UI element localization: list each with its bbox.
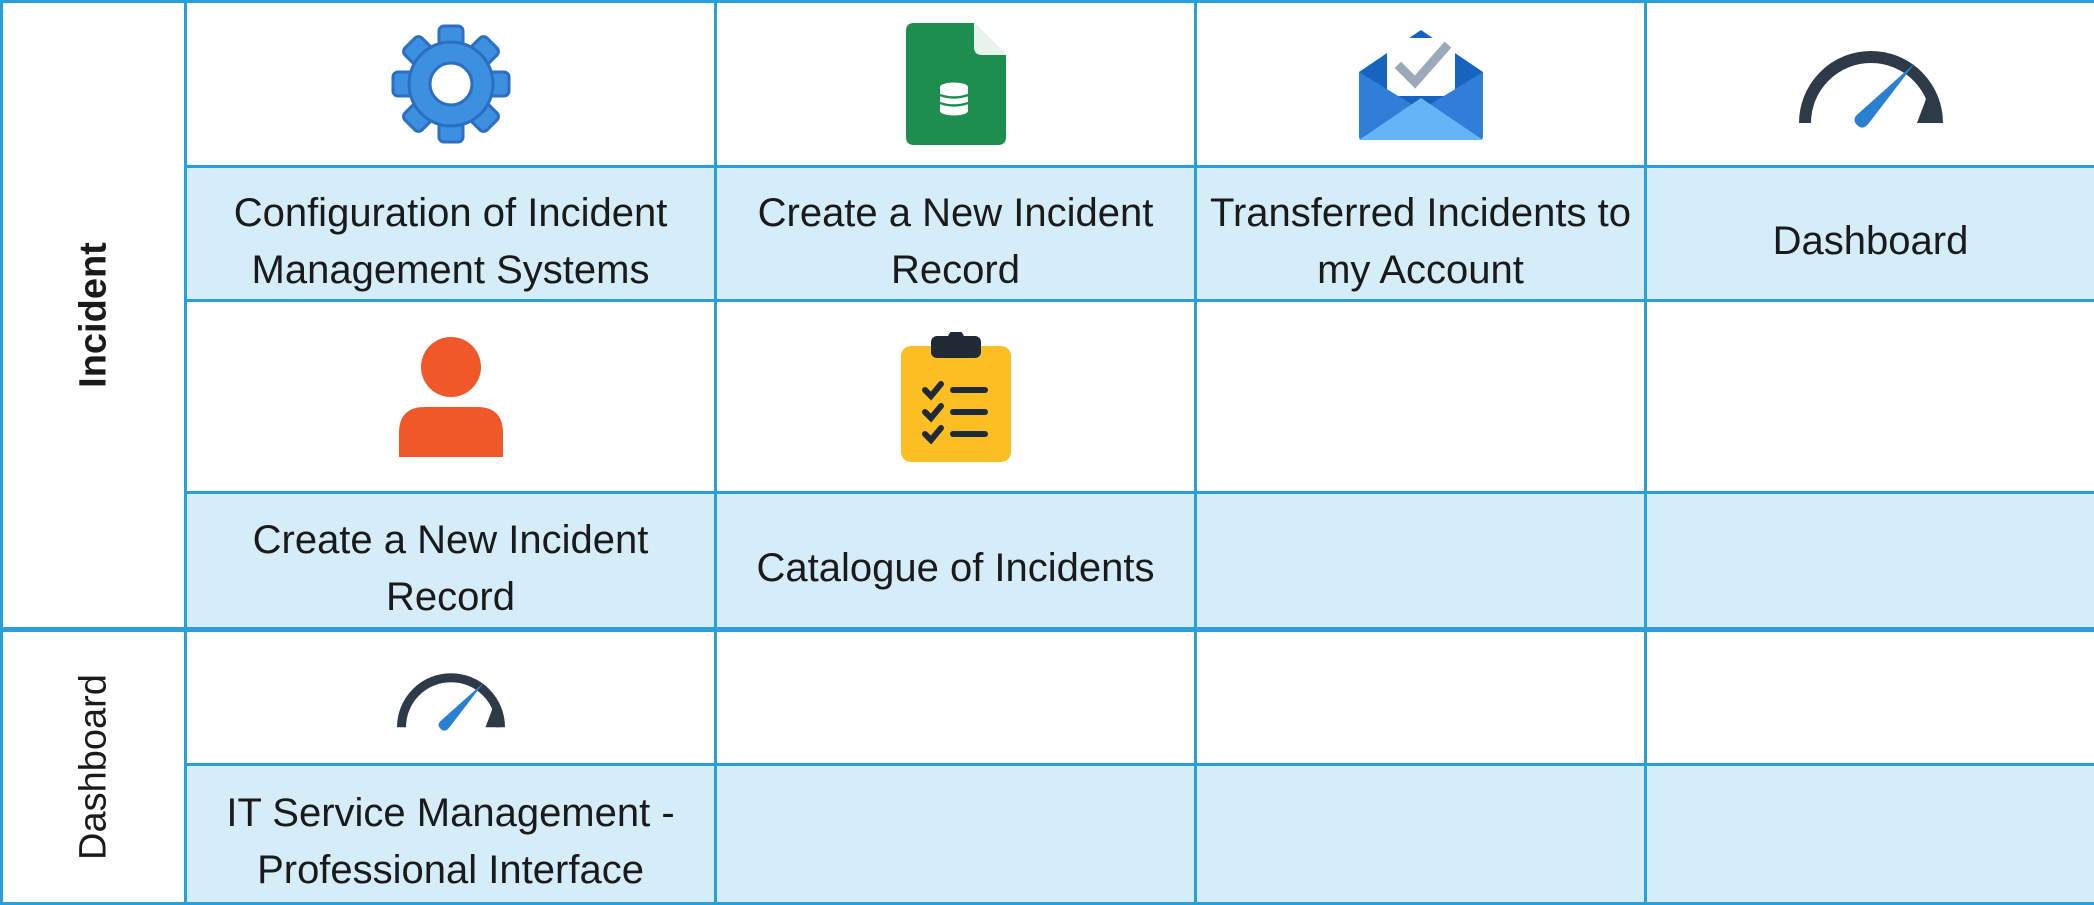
menu-grid: Incident xyxy=(0,0,2094,905)
empty-label-cell xyxy=(1196,493,1646,630)
tile-label-catalogue: Catalogue of Incidents xyxy=(717,524,1194,597)
empty-cell xyxy=(1646,301,2094,493)
gear-icon xyxy=(187,19,714,149)
clipboard-checklist-icon xyxy=(717,332,1194,462)
tile-transferred-icon-cell[interactable] xyxy=(1196,2,1646,167)
empty-cell xyxy=(1196,301,1646,493)
speedometer-icon xyxy=(1647,39,2094,129)
empty-cell xyxy=(1646,630,2094,765)
tile-create-record-2-icon-cell[interactable] xyxy=(186,301,716,493)
mail-check-icon xyxy=(1197,28,1644,140)
empty-label-cell xyxy=(716,765,1196,904)
speedometer-icon xyxy=(187,662,714,734)
tile-itsm-pro-icon-cell[interactable] xyxy=(186,630,716,765)
tile-label-create-record-2: Create a New Incident Record xyxy=(187,496,714,626)
tile-catalogue[interactable]: Catalogue of Incidents xyxy=(716,493,1196,630)
empty-label-cell xyxy=(1196,765,1646,904)
section-label-dashboard: Dashboard xyxy=(2,630,186,904)
tile-create-record-1-icon-cell[interactable] xyxy=(716,2,1196,167)
tile-dashboard[interactable]: Dashboard xyxy=(1646,167,2094,301)
tile-label-config-systems: Configuration of Incident Management Sys… xyxy=(187,169,714,299)
tile-label-itsm-pro: IT Service Management - Professional Int… xyxy=(187,769,714,899)
empty-label-cell xyxy=(1646,765,2094,904)
tile-create-record-1[interactable]: Create a New Incident Record xyxy=(716,167,1196,301)
empty-label-cell xyxy=(1646,493,2094,630)
spreadsheet-file-icon xyxy=(717,23,1194,145)
tile-label-dashboard: Dashboard xyxy=(1647,197,2094,270)
tile-itsm-pro[interactable]: IT Service Management - Professional Int… xyxy=(186,765,716,904)
tile-config-systems-icon-cell[interactable] xyxy=(186,2,716,167)
tile-catalogue-icon-cell[interactable] xyxy=(716,301,1196,493)
empty-cell xyxy=(716,630,1196,765)
empty-cell xyxy=(1196,630,1646,765)
tile-create-record-2[interactable]: Create a New Incident Record xyxy=(186,493,716,630)
tile-config-systems[interactable]: Configuration of Incident Management Sys… xyxy=(186,167,716,301)
tile-label-create-record-1: Create a New Incident Record xyxy=(717,169,1194,299)
section-title-incident: Incident xyxy=(72,242,115,388)
user-icon xyxy=(187,337,714,457)
tile-dashboard-icon-cell[interactable] xyxy=(1646,2,2094,167)
tile-transferred[interactable]: Transferred Incidents to my Account xyxy=(1196,167,1646,301)
section-label-incident: Incident xyxy=(2,2,186,630)
tile-label-transferred: Transferred Incidents to my Account xyxy=(1197,169,1644,299)
section-title-dashboard: Dashboard xyxy=(72,674,115,860)
